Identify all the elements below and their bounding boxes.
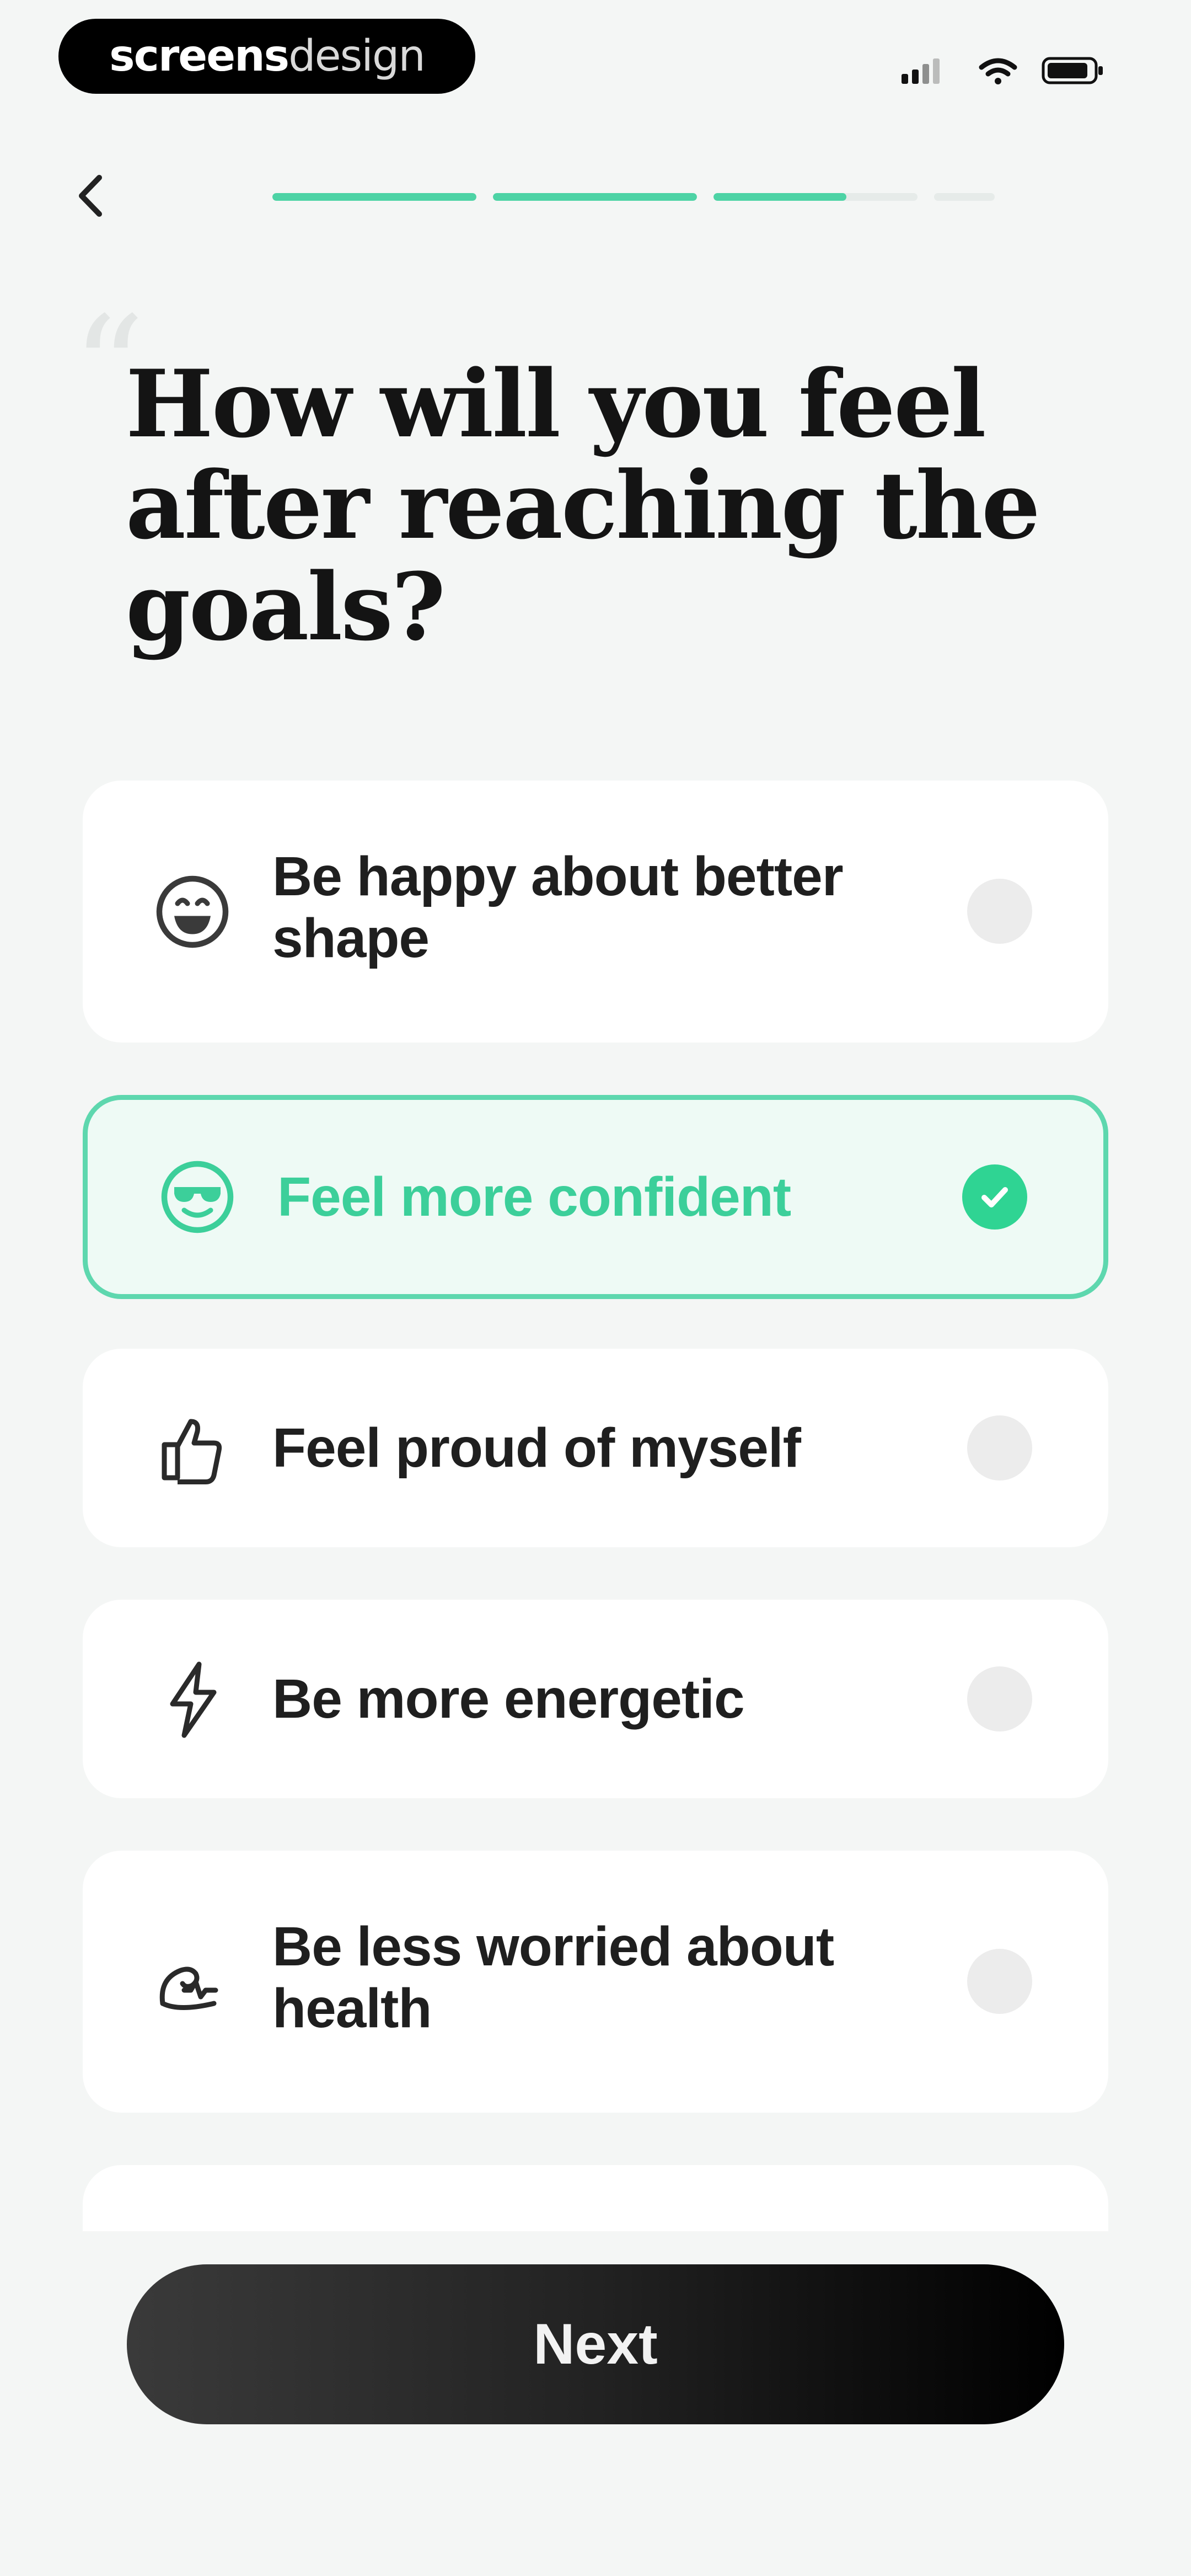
option-item[interactable]: Be more energetic xyxy=(83,1600,1108,1798)
option-item-selected[interactable]: Feel more confident xyxy=(83,1095,1108,1299)
page-title: How will you feel after reaching the goa… xyxy=(126,349,1040,661)
option-item-partial[interactable] xyxy=(83,2165,1108,2231)
option-label: Feel more confident xyxy=(277,1166,791,1228)
lightning-bolt-icon xyxy=(151,1658,234,1740)
cellular-signal-icon xyxy=(902,58,940,84)
option-label: Be more energetic xyxy=(272,1668,745,1730)
screen: screensdesign “ How will you feel after … xyxy=(0,0,1191,2576)
chevron-left-icon xyxy=(79,175,102,217)
option-item[interactable]: Be happy about better shape xyxy=(83,781,1108,1043)
progress-segment xyxy=(934,193,995,201)
progress-segment xyxy=(713,193,918,201)
option-radio[interactable] xyxy=(967,1666,1032,1731)
option-radio[interactable] xyxy=(967,1415,1032,1481)
checkmark-icon xyxy=(981,1187,1008,1207)
cool-face-icon xyxy=(156,1156,239,1238)
thumbs-up-icon xyxy=(151,1407,234,1489)
progress-segment-fill xyxy=(493,193,697,201)
option-radio-checked[interactable] xyxy=(962,1164,1027,1230)
option-item[interactable]: Feel proud of myself xyxy=(83,1349,1108,1547)
progress-segment xyxy=(493,193,697,201)
progress-segment-fill xyxy=(272,193,476,201)
option-label: Be happy about better shape xyxy=(272,846,844,969)
health-pulse-icon xyxy=(151,1941,234,2023)
grinning-face-icon xyxy=(151,870,234,953)
option-item[interactable]: Be less worried about health xyxy=(83,1851,1108,2113)
option-label: Be less worried about health xyxy=(272,1916,834,2039)
progress-segment-fill xyxy=(713,193,846,201)
status-icons xyxy=(902,57,1103,84)
option-radio[interactable] xyxy=(967,879,1032,944)
option-label: Feel proud of myself xyxy=(272,1417,801,1479)
progress-segment xyxy=(272,193,476,201)
progress-indicator xyxy=(272,193,995,203)
brand-badge: screensdesign xyxy=(58,19,475,94)
brand-name-light: design xyxy=(288,31,426,81)
option-radio[interactable] xyxy=(967,1949,1032,2014)
next-button[interactable]: Next xyxy=(127,2264,1064,2424)
battery-icon xyxy=(1042,57,1103,84)
back-button[interactable] xyxy=(61,165,121,226)
wifi-icon xyxy=(979,58,1017,84)
brand-name-bold: screens xyxy=(109,31,289,81)
